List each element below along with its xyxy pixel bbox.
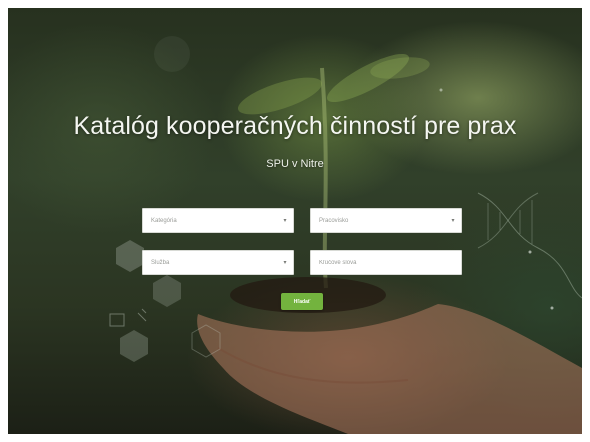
field-select[interactable]: Služba ▾ [142, 250, 294, 275]
flask-icon [137, 308, 147, 322]
keywords-input[interactable] [319, 259, 461, 266]
hero-section: Katalóg kooperačných činností pre prax S… [8, 8, 582, 434]
hexagon-2 [153, 275, 181, 307]
chevron-down-icon: ▾ [283, 218, 287, 224]
dna-strand-b [477, 192, 539, 249]
dna-strand-a [477, 192, 582, 299]
search-button[interactable]: Hľadať [281, 293, 323, 310]
hexagon-1 [116, 240, 144, 272]
workplace-select[interactable]: Pracovisko ▾ [310, 208, 462, 233]
workplace-select-value: Pracovisko [319, 217, 349, 224]
hexagon-3 [120, 330, 148, 362]
chevron-down-icon: ▾ [451, 218, 455, 224]
background-graphics [109, 36, 582, 434]
chevron-down-icon: ▾ [283, 260, 287, 266]
page-title: Katalóg kooperačných činností pre prax [73, 112, 517, 140]
page-subtitle: SPU v Nitre [266, 158, 324, 170]
hands [197, 304, 582, 434]
category-select[interactable]: Kategória ▾ [142, 208, 294, 233]
lab-icon [109, 313, 125, 327]
keywords-field[interactable] [310, 250, 462, 275]
field-select-value: Služba [151, 259, 170, 266]
category-select-value: Kategória [151, 217, 177, 224]
